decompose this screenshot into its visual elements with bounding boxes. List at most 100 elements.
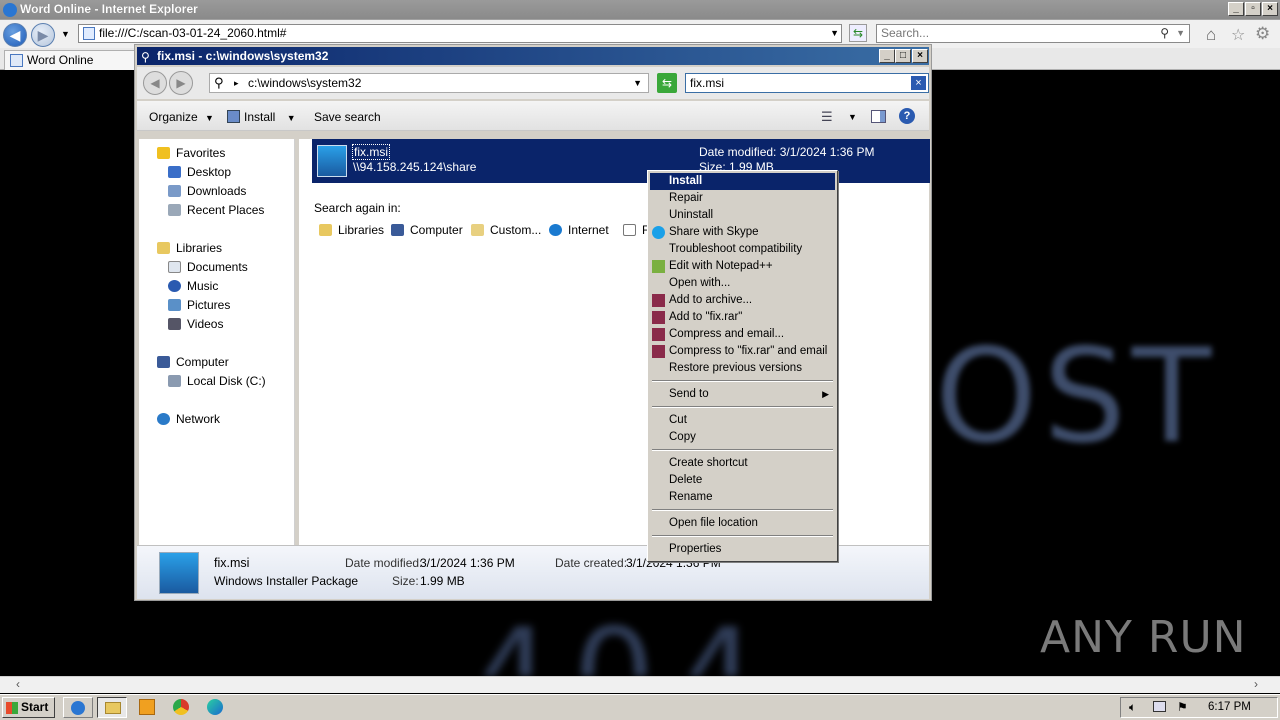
menu-add-archive[interactable]: Add to archive... xyxy=(650,292,835,309)
menu-separator xyxy=(652,380,833,382)
menu-send-to[interactable]: Send to ▶ xyxy=(650,386,835,403)
nav-local-disk[interactable]: Local Disk (C:) xyxy=(168,374,266,388)
tools-gear-icon[interactable]: ⚙ xyxy=(1255,24,1270,44)
menu-create-shortcut[interactable]: Create shortcut xyxy=(650,455,835,472)
menu-add-rar[interactable]: Add to "fix.rar" xyxy=(650,309,835,326)
nav-desktop[interactable]: Desktop xyxy=(168,165,231,179)
explorer-path-field[interactable]: ⚲ ▸ c:\windows\system32 ▼ xyxy=(209,73,649,93)
explorer-maximize-button[interactable]: □ xyxy=(895,49,911,63)
search-icon[interactable]: ⚲ xyxy=(1160,25,1169,42)
menu-compress-rar-email[interactable]: Compress to "fix.rar" and email xyxy=(650,343,835,360)
search-again-libraries[interactable]: Libraries xyxy=(319,223,384,237)
volume-icon[interactable]: 🔈︎ xyxy=(1129,700,1136,715)
action-center-flag-icon[interactable]: ⚑ xyxy=(1177,700,1188,714)
clock[interactable]: 6:17 PM xyxy=(1208,701,1251,713)
nav-computer[interactable]: Computer xyxy=(157,355,229,369)
background-ost-text: OST xyxy=(935,320,1218,472)
taskbar-explorer-button[interactable] xyxy=(97,697,127,718)
menu-repair[interactable]: Repair xyxy=(650,190,835,207)
nav-downloads[interactable]: Downloads xyxy=(168,184,246,198)
search-again-internet[interactable]: Internet xyxy=(549,223,609,237)
menu-uninstall[interactable]: Uninstall xyxy=(650,207,835,224)
scroll-left-icon[interactable]: ‹ xyxy=(16,677,20,691)
search-dropdown-icon[interactable]: ▼ xyxy=(1176,25,1185,42)
menu-delete[interactable]: Delete xyxy=(650,472,835,489)
menu-properties-label: Properties xyxy=(669,543,722,555)
explorer-search-input[interactable]: fix.msi × xyxy=(685,73,929,93)
ie-search-placeholder: Search... xyxy=(881,26,930,40)
media-player-icon[interactable] xyxy=(139,699,155,715)
scroll-right-icon[interactable]: › xyxy=(1254,677,1258,691)
organize-button[interactable]: Organize ▼ xyxy=(149,110,214,124)
folder-taskbar-icon xyxy=(105,702,121,714)
nav-libraries[interactable]: Libraries xyxy=(157,241,222,255)
help-icon[interactable]: ? xyxy=(899,108,915,124)
nav-network[interactable]: Network xyxy=(157,412,220,426)
chrome-icon[interactable] xyxy=(173,699,189,715)
nav-music[interactable]: Music xyxy=(168,279,218,293)
menu-separator xyxy=(652,535,833,537)
horizontal-scrollbar[interactable]: ‹ › xyxy=(0,676,1280,693)
menu-open-with[interactable]: Open with... xyxy=(650,275,835,292)
search-again-computer[interactable]: Computer xyxy=(391,223,463,237)
menu-edit-notepad[interactable]: Edit with Notepad++ xyxy=(650,258,835,275)
ie-restore-button[interactable]: ▫ xyxy=(1245,2,1261,16)
path-dropdown-icon[interactable]: ▼ xyxy=(633,74,642,92)
tab-word-online[interactable]: Word Online xyxy=(4,50,138,70)
network-tray-icon[interactable] xyxy=(1153,701,1166,712)
nav-recent-places[interactable]: Recent Places xyxy=(168,203,264,217)
back-button[interactable]: ◀ xyxy=(3,23,27,47)
history-dropdown-icon[interactable]: ▼ xyxy=(61,29,70,39)
taskbar-ie-button[interactable] xyxy=(63,697,93,718)
explorer-minimize-button[interactable]: _ xyxy=(879,49,895,63)
explorer-close-button[interactable]: × xyxy=(912,49,928,63)
menu-add-archive-label: Add to archive... xyxy=(669,294,753,306)
search-again-file-contents[interactable]: F xyxy=(623,223,649,237)
address-field[interactable]: file:///C:/scan-03-01-24_2060.html# ▼ xyxy=(78,24,842,43)
menu-rename[interactable]: Rename xyxy=(650,489,835,506)
ie-close-button[interactable]: × xyxy=(1262,2,1278,16)
search-again-custom[interactable]: Custom... xyxy=(471,223,541,237)
word-online-tab-icon xyxy=(10,54,23,67)
ie-minimize-button[interactable]: _ xyxy=(1228,2,1244,16)
save-search-button[interactable]: Save search xyxy=(314,110,381,124)
nav-documents[interactable]: Documents xyxy=(168,260,248,274)
nav-videos-label: Videos xyxy=(187,317,224,331)
result-date-modified: Date modified: 3/1/2024 1:36 PM xyxy=(699,145,875,159)
menu-compress-email[interactable]: Compress and email... xyxy=(650,326,835,343)
install-button[interactable]: Install ▼ xyxy=(227,110,296,124)
menu-copy[interactable]: Copy xyxy=(650,429,835,446)
explorer-forward-button[interactable]: ▶ xyxy=(169,71,193,95)
menu-install[interactable]: Install xyxy=(650,173,835,190)
home-icon[interactable]: ⌂ xyxy=(1206,25,1216,45)
explorer-path-text: c:\windows\system32 xyxy=(248,76,362,90)
start-button[interactable]: Start xyxy=(2,697,55,718)
ie-search-input[interactable]: Search... ⚲ ▼ xyxy=(876,24,1190,43)
nav-pictures[interactable]: Pictures xyxy=(168,298,230,312)
explorer-title: fix.msi - c:\windows\system32 xyxy=(157,49,329,63)
refresh-icon[interactable]: ⇆ xyxy=(849,24,867,42)
menu-share-skype[interactable]: Share with Skype xyxy=(650,224,835,241)
menu-restore-versions[interactable]: Restore previous versions xyxy=(650,360,835,377)
network-icon xyxy=(157,413,170,425)
view-options-icon[interactable]: ☰ xyxy=(821,109,833,125)
menu-open-file-location[interactable]: Open file location xyxy=(650,515,835,532)
address-dropdown-icon[interactable]: ▼ xyxy=(830,25,839,42)
nav-favorites[interactable]: Favorites xyxy=(157,146,225,160)
clear-search-icon[interactable]: × xyxy=(911,76,926,90)
ie-title-bar: Word Online - Internet Explorer _ ▫ × xyxy=(0,0,1280,20)
nav-videos[interactable]: Videos xyxy=(168,317,223,331)
preview-pane-icon[interactable] xyxy=(871,110,886,123)
organize-chevron-icon: ▼ xyxy=(205,113,214,123)
menu-properties[interactable]: Properties xyxy=(650,541,835,558)
menu-troubleshoot[interactable]: Troubleshoot compatibility xyxy=(650,241,835,258)
view-dropdown-icon[interactable]: ▼ xyxy=(848,112,857,122)
libraries-folder-icon xyxy=(319,224,332,236)
explorer-refresh-icon[interactable]: ⇆ xyxy=(657,73,677,93)
menu-cut[interactable]: Cut xyxy=(650,412,835,429)
edge-icon[interactable] xyxy=(207,699,223,715)
favorites-star-icon[interactable]: ☆ xyxy=(1231,25,1245,45)
local-disk-icon xyxy=(168,375,181,387)
explorer-back-button[interactable]: ◀ xyxy=(143,71,167,95)
forward-button[interactable]: ▶ xyxy=(31,23,55,47)
